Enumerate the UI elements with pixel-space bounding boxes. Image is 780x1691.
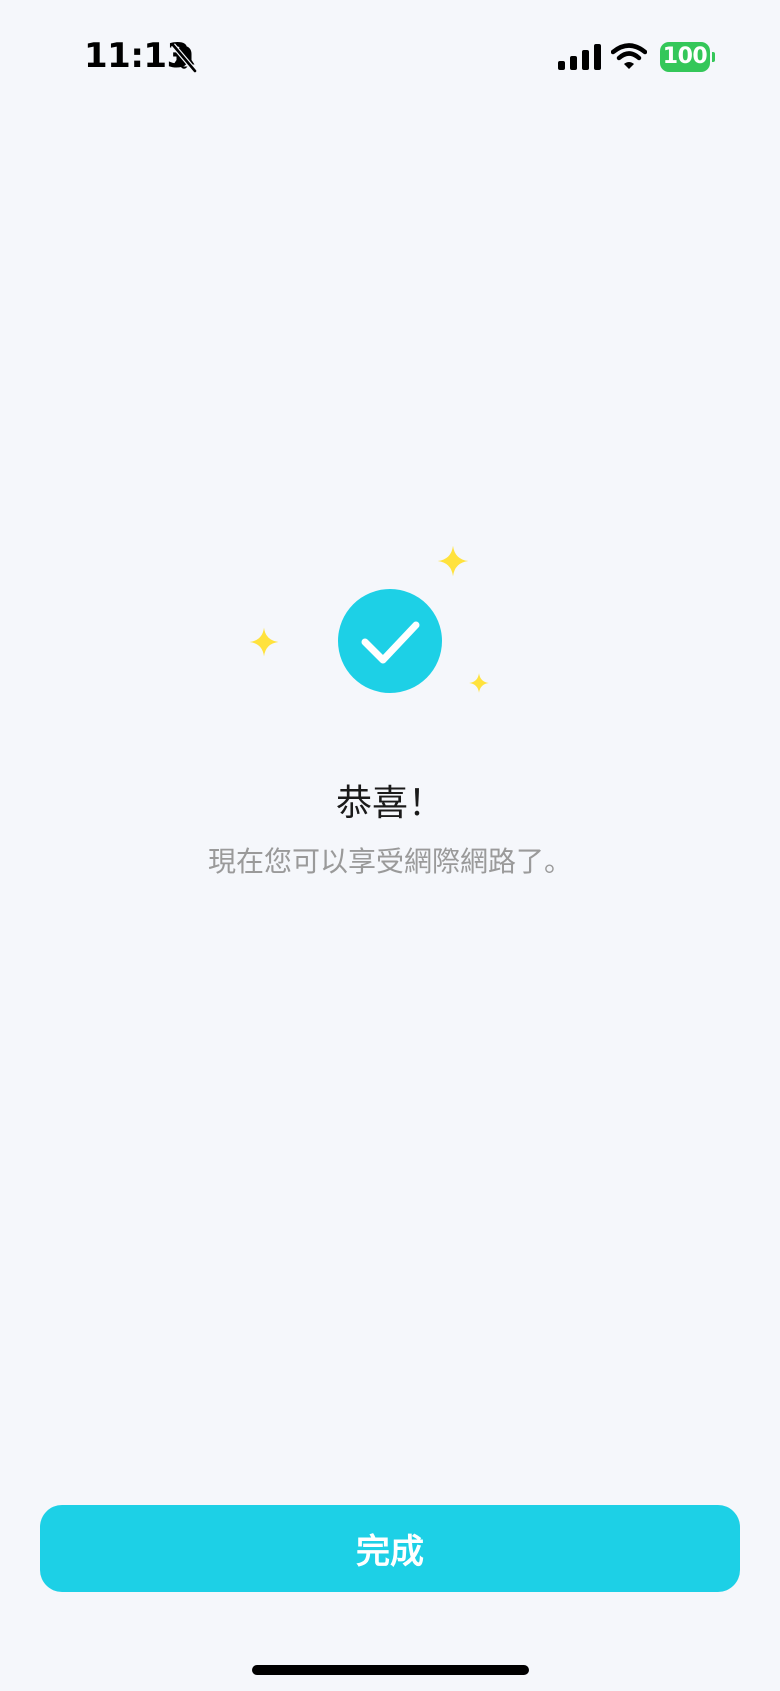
checkmark-icon: [361, 621, 420, 664]
success-title: 恭喜！: [335, 783, 444, 824]
success-message: 現在您可以享受網際網路了。: [207, 845, 572, 878]
done-button-label: 完成: [356, 1532, 424, 1572]
wifi-icon: [611, 43, 647, 69]
sparkle-icon: [437, 545, 469, 577]
bell-slash-icon: [171, 43, 197, 73]
status-bar: 11:13 100: [0, 0, 780, 120]
done-button[interactable]: 完成: [40, 1505, 740, 1592]
battery-icon: 100: [660, 42, 715, 72]
cellular-signal-icon: [558, 44, 601, 70]
sparkle-icon: [469, 673, 489, 693]
sparkle-icon: [249, 627, 279, 657]
battery-level: 100: [660, 42, 710, 72]
battery-cap: [712, 52, 715, 62]
home-indicator[interactable]: [252, 1665, 529, 1675]
success-badge: [338, 589, 442, 693]
